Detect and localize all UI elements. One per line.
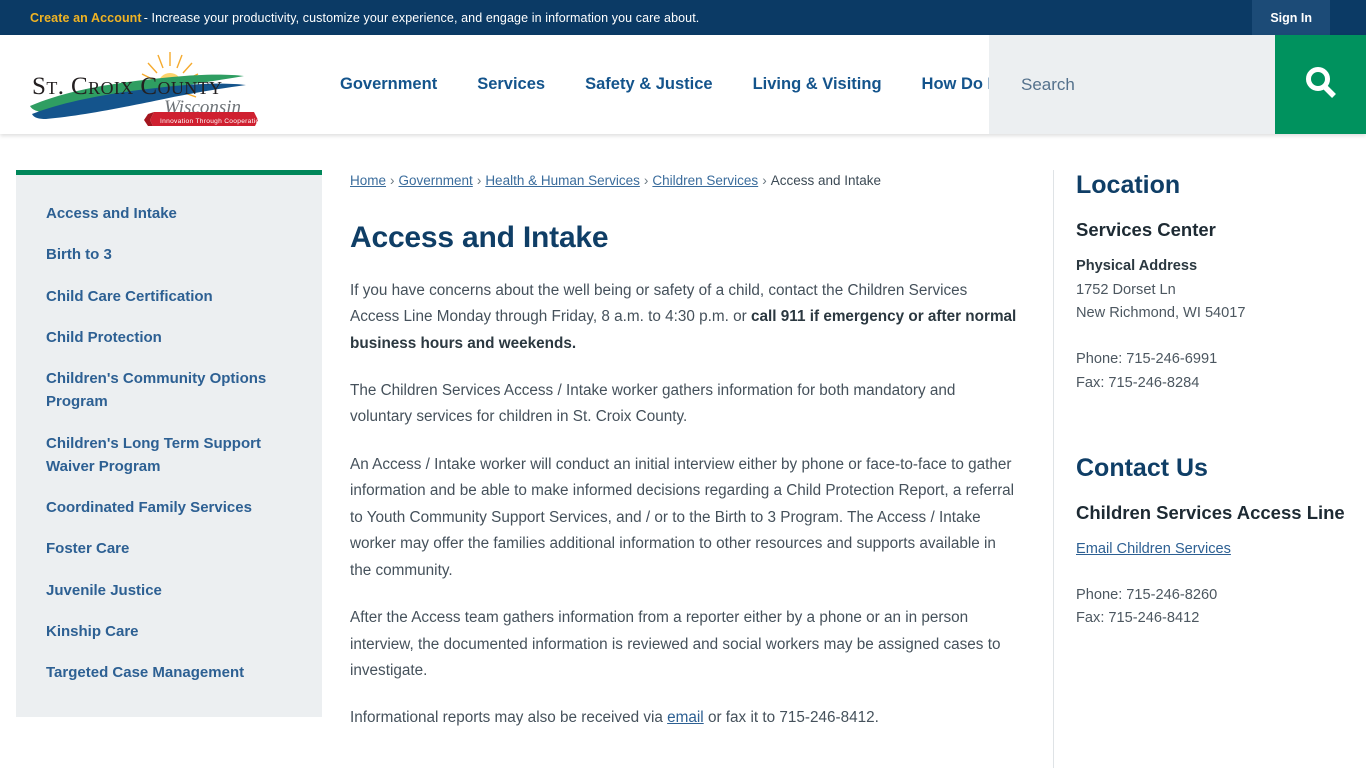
- inline-email-link[interactable]: email: [667, 709, 704, 726]
- address-street: 1752 Dorset Ln: [1076, 281, 1176, 298]
- body-text: An Access / Intake worker will conduct a…: [350, 455, 1015, 579]
- breadcrumb-separator: ›: [476, 173, 482, 188]
- search-submit-button[interactable]: [1275, 35, 1366, 134]
- body-text: Informational reports may also be receiv…: [350, 709, 668, 727]
- page-title: Access and Intake: [350, 220, 609, 254]
- breadcrumb-item[interactable]: Children Services: [652, 173, 758, 188]
- contact-fax: Fax: 715-246-8412: [1076, 610, 1200, 627]
- sign-in-button[interactable]: Sign In: [1252, 0, 1330, 35]
- sidebar-panel: Access and Intake Birth to 3 Child Care …: [16, 175, 322, 718]
- email-children-services-link[interactable]: Email Children Services: [1076, 538, 1231, 562]
- top-alert-bar: Create an Account - Increase your produc…: [0, 0, 1366, 35]
- breadcrumb-item[interactable]: Health & Human Services: [485, 173, 640, 188]
- nav-item-services[interactable]: Services: [457, 35, 565, 134]
- sidebar-item-targeted-case-management[interactable]: Targeted Case Management: [16, 652, 322, 693]
- sidebar-item-birth-to-3[interactable]: Birth to 3: [16, 234, 322, 275]
- sidebar-item-juvenile-justice[interactable]: Juvenile Justice: [16, 570, 322, 611]
- sidebar-item-childrens-long-term-support-waiver-program[interactable]: Children's Long Term Support Waiver Prog…: [16, 423, 322, 488]
- create-account-link[interactable]: Create an Account: [30, 11, 142, 25]
- info-rail: Location Services Center Physical Addres…: [1054, 170, 1366, 768]
- contact-phone: Phone: 715-246-8260: [1076, 586, 1218, 603]
- breadcrumb-separator: ›: [390, 173, 395, 188]
- body-text: or fax it to 715-246-8412.: [703, 709, 879, 727]
- sidebar-item-child-protection[interactable]: Child Protection: [16, 317, 322, 358]
- nav-item-government[interactable]: Government: [320, 35, 457, 134]
- contact-name: Children Services Access Line: [1076, 502, 1345, 524]
- sidebar-item-coordinated-family-services[interactable]: Coordinated Family Services: [16, 487, 322, 528]
- body-paragraph: Informational reports may also be receiv…: [350, 705, 1019, 731]
- contact-us-heading: Contact Us: [1076, 454, 1208, 483]
- sidebar-item-foster-care[interactable]: Foster Care: [16, 528, 322, 569]
- breadcrumb-item[interactable]: Government: [399, 173, 473, 188]
- main-content: Home › Government › Health & Human Services ›…: [322, 170, 1054, 768]
- article-body: If you have concerns about the well bein…: [350, 278, 1019, 732]
- location-heading: Location: [1076, 171, 1181, 199]
- page-body: Access and Intake Birth to 3 Child Care …: [0, 134, 1366, 768]
- nav-item-living-visiting[interactable]: Living & Visiting: [733, 35, 902, 134]
- rail-spacer: [1076, 326, 1366, 348]
- sidebar-item-child-care-certification[interactable]: Child Care Certification: [16, 276, 322, 317]
- location-fax: Fax: 715-246-8284: [1076, 374, 1200, 391]
- body-text: After the Access team gathers informatio…: [350, 609, 1001, 680]
- sidebar-item-childrens-community-options-program[interactable]: Children's Community Options Program: [16, 358, 322, 423]
- breadcrumb-separator: ›: [762, 173, 767, 188]
- body-text: The Children Services Access / Intake wo…: [350, 381, 956, 426]
- search-icon: [1299, 61, 1343, 108]
- sidebar-item-access-and-intake[interactable]: Access and Intake: [16, 193, 322, 234]
- st-croix-county-logo[interactable]: ST. CROIX COUNTY Wisconsin Innovation Th…: [22, 44, 262, 126]
- body-paragraph: The Children Services Access / Intake wo…: [350, 378, 1019, 431]
- body-paragraph: After the Access team gathers informatio…: [350, 605, 1019, 684]
- physical-address-label: Physical Address: [1076, 257, 1198, 274]
- address-city-state-zip: New Richmond, WI 54017: [1076, 305, 1246, 322]
- sidebar-item-kinship-care[interactable]: Kinship Care: [16, 611, 322, 652]
- svg-text:Innovation Through Cooperation: Innovation Through Cooperation: [160, 118, 262, 125]
- alert-message: - Increase your productivity, customize …: [143, 10, 700, 25]
- search-area: [989, 35, 1366, 134]
- body-paragraph: If you have concerns about the well bein…: [350, 278, 1019, 357]
- site-header: ST. CROIX COUNTY Wisconsin Innovation Th…: [0, 35, 1366, 134]
- location-facility-name: Services Center: [1076, 219, 1216, 240]
- location-phone: Phone: 715-246-6991: [1076, 350, 1218, 367]
- search-input[interactable]: [989, 35, 1275, 134]
- breadcrumb: Home › Government › Health & Human Services ›…: [350, 170, 1019, 192]
- svg-text:ST. CROIX COUNTY: ST. CROIX COUNTY: [32, 73, 222, 100]
- nav-item-safety-justice[interactable]: Safety & Justice: [565, 35, 732, 134]
- breadcrumb-separator: ›: [643, 173, 649, 188]
- section-sidebar: Access and Intake Birth to 3 Child Care …: [16, 170, 322, 768]
- breadcrumb-item: Access and Intake: [770, 173, 882, 188]
- main-navigation: Government Services Safety & Justice Liv…: [320, 35, 1026, 134]
- rail-spacer-2: [1076, 562, 1366, 584]
- breadcrumb-item[interactable]: Home: [350, 173, 386, 188]
- body-paragraph: An Access / Intake worker will conduct a…: [350, 452, 1019, 584]
